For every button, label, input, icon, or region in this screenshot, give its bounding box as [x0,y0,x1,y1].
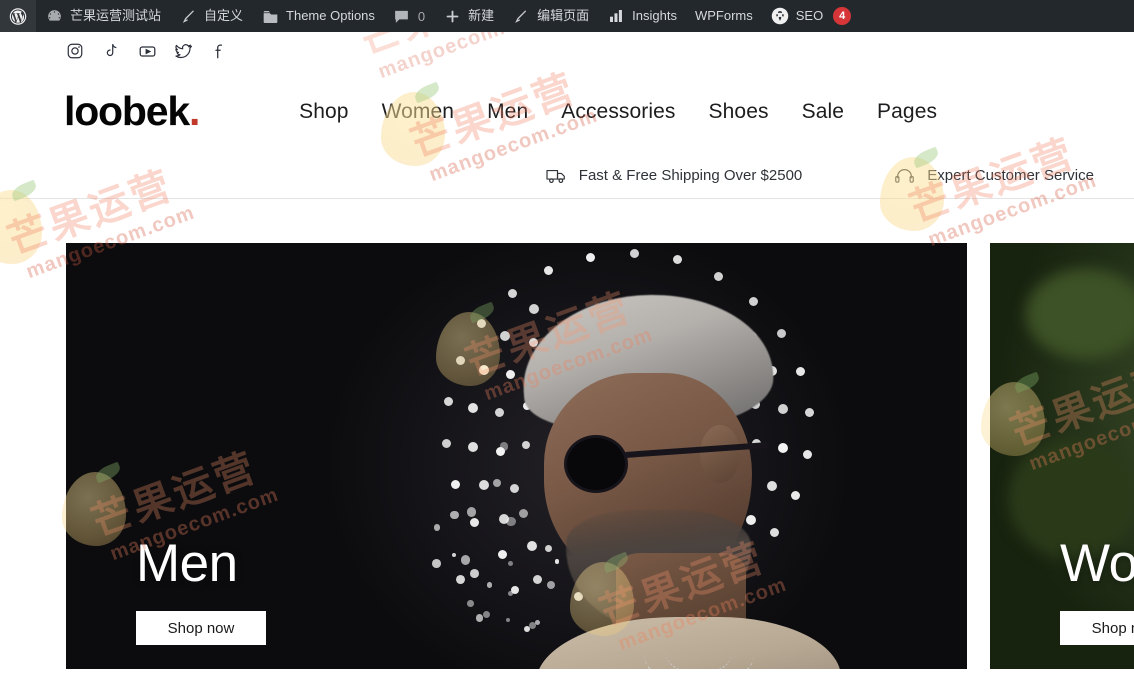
pencil-icon [512,7,530,25]
instagram-icon[interactable] [64,40,86,62]
nav-item-women[interactable]: Women [382,100,454,124]
twitter-icon[interactable] [172,40,194,62]
hero-slider: Men Shop now Women Shop now [0,243,1134,669]
hero-slide-women-content: Women Shop now [1060,537,1134,645]
adminbar-seo-label: SEO [796,0,823,32]
model-figure-men [496,295,841,669]
adminbar-wpforms[interactable]: WPForms [686,0,762,32]
primary-navigation: Shop Women Men Accessories Shoes Sale Pa… [299,100,937,124]
wordpress-logo-icon [9,7,27,25]
hero-slide-men-shop-now-button[interactable]: Shop now [136,611,266,645]
truck-icon [546,165,568,187]
headset-icon [894,165,916,187]
adminbar-edit-page[interactable]: 编辑页面 [503,0,598,32]
nav-item-men[interactable]: Men [487,100,528,124]
youtube-icon[interactable] [136,40,158,62]
social-links-bar [0,32,1134,70]
site-logo-text: loobek [64,88,189,134]
adminbar-edit-page-label: 编辑页面 [537,0,589,32]
hero-slide-men[interactable]: Men Shop now [66,243,967,669]
adminbar-seo[interactable]: SEO 4 [762,0,860,32]
promo-bar: Fast & Free Shipping Over $2500 Expert C… [0,153,1134,198]
model-necklace-inner [666,631,732,669]
hero-slide-women[interactable]: Women Shop now [990,243,1134,669]
adminbar-customize[interactable]: 自定义 [170,0,252,32]
nav-item-shoes[interactable]: Shoes [709,100,769,124]
nav-item-pages[interactable]: Pages [877,100,937,124]
adminbar-insights-label: Insights [632,0,677,32]
model-sunglasses [558,443,758,485]
adminbar-insights[interactable]: Insights [598,0,686,32]
adminbar-comment-count: 0 [418,9,425,24]
bar-chart-icon [607,7,625,25]
adminbar-new-content[interactable]: 新建 [434,0,503,32]
wordpress-admin-bar: 芒果运营测试站 自定义 Theme Options 0 新建 编辑页面 Insi… [0,0,1134,32]
adminbar-customize-label: 自定义 [204,0,243,32]
nav-item-sale[interactable]: Sale [802,100,844,124]
hero-slide-women-title: Women [1060,537,1134,590]
adminbar-wordpress-logo[interactable] [0,0,36,32]
comment-icon [393,7,411,25]
site-logo-dot: . [189,88,199,134]
promo-support-text: Expert Customer Service [927,167,1094,184]
plus-icon [443,7,461,25]
adminbar-new-content-label: 新建 [468,0,494,32]
facebook-icon[interactable] [208,40,230,62]
nav-item-shop[interactable]: Shop [299,100,348,124]
hero-slide-men-title: Men [136,537,266,590]
adminbar-site-name-label: 芒果运营测试站 [70,0,161,32]
seo-notification-badge: 4 [833,7,851,25]
site-frontend: loobek. Shop Women Men Accessories Shoes… [0,32,1134,679]
nav-item-accessories[interactable]: Accessories [561,100,675,124]
header-divider [0,198,1134,199]
adminbar-wpforms-label: WPForms [695,0,753,32]
briefcase-icon [261,7,279,25]
site-masthead: loobek. Shop Women Men Accessories Shoes… [0,70,1134,153]
adminbar-theme-options-label: Theme Options [286,0,375,32]
promo-shipping-text: Fast & Free Shipping Over $2500 [579,167,802,184]
hero-slide-women-shop-now-button[interactable]: Shop now [1060,611,1134,645]
seo-icon [771,7,789,25]
promo-support: Expert Customer Service [894,165,1094,187]
tiktok-icon[interactable] [100,40,122,62]
hero-slide-men-content: Men Shop now [136,537,266,645]
site-logo[interactable]: loobek. [64,91,199,132]
paintbrush-icon [179,7,197,25]
adminbar-site-name[interactable]: 芒果运营测试站 [36,0,170,32]
dashboard-icon [45,7,63,25]
adminbar-theme-options[interactable]: Theme Options [252,0,384,32]
promo-shipping: Fast & Free Shipping Over $2500 [546,165,802,187]
adminbar-comments[interactable]: 0 [384,0,434,32]
